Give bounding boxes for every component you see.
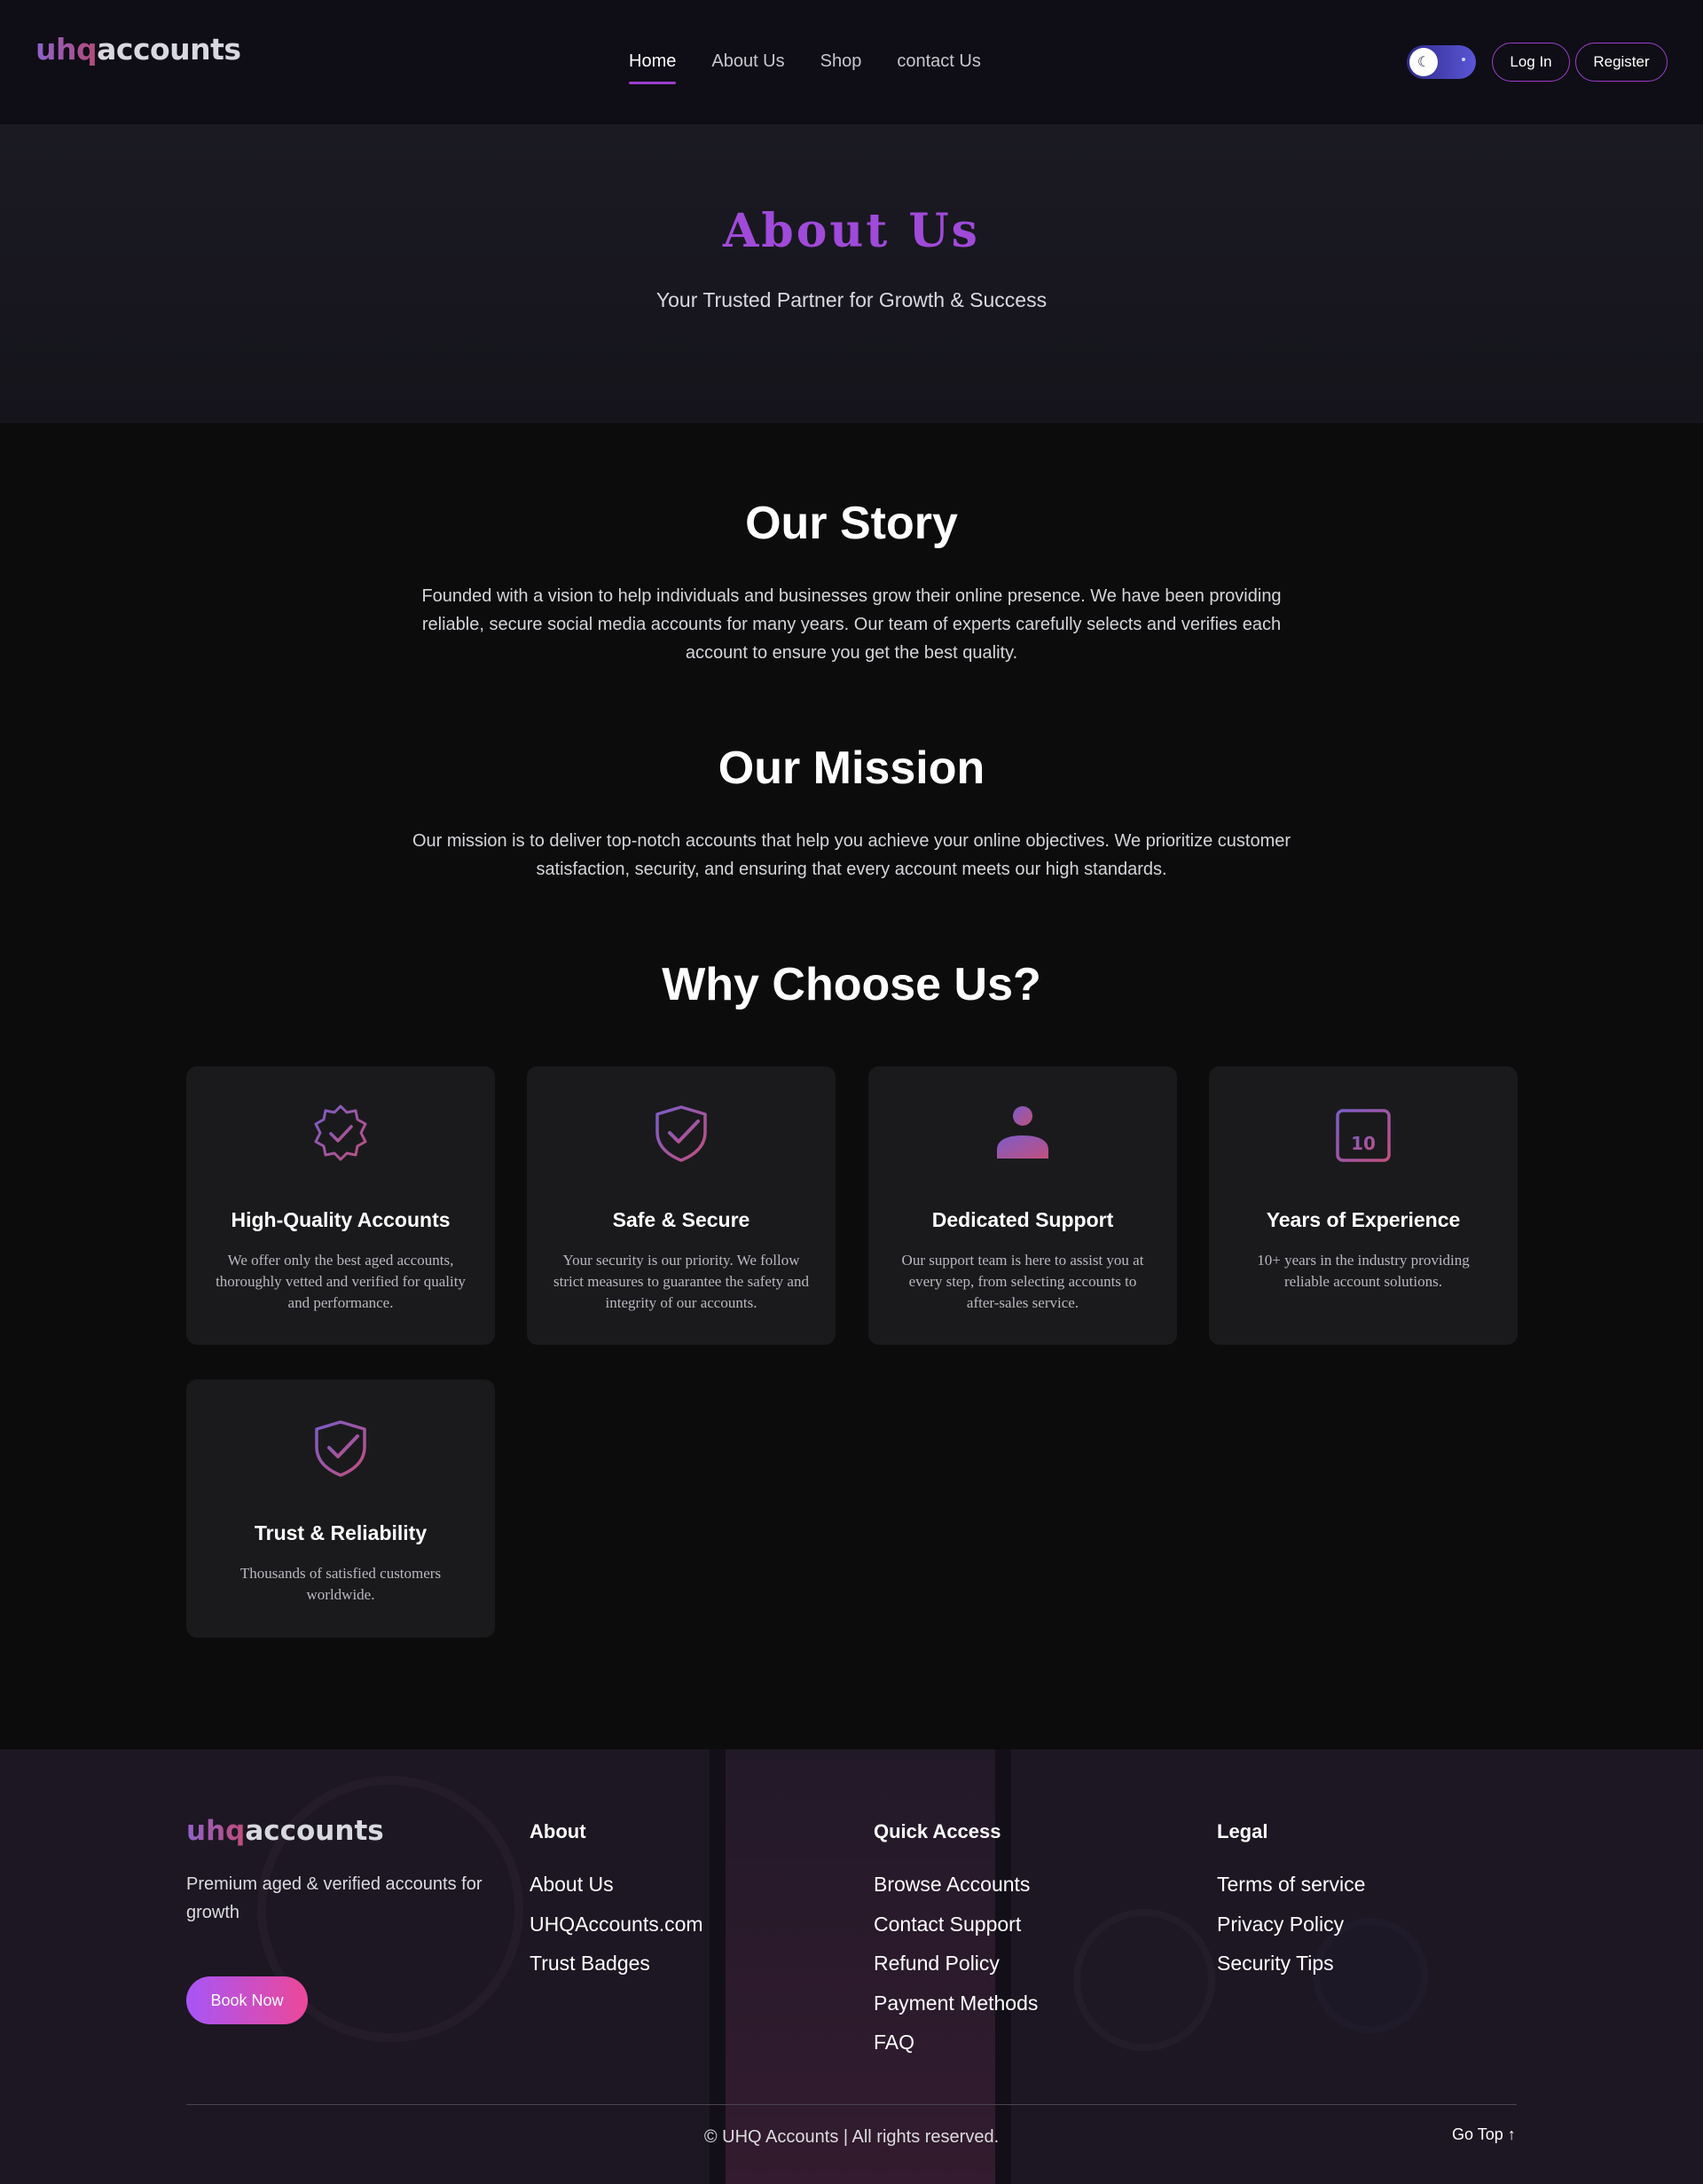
footer-link[interactable]: Payment Methods (874, 1984, 1038, 2023)
nav-home[interactable]: Home (629, 51, 677, 84)
register-button[interactable]: Register (1575, 43, 1668, 82)
footer-link[interactable]: Privacy Policy (1217, 1905, 1365, 1944)
star-icon (1462, 58, 1465, 61)
footer-column-title: About (530, 1820, 586, 1842)
theme-toggle[interactable]: ☾ (1407, 45, 1476, 79)
nav-about-us[interactable]: About Us (711, 51, 784, 84)
footer-column-legal: Legal Terms of service Privacy Policy Se… (1217, 1820, 1365, 1984)
logo-part-2: accounts (97, 32, 241, 67)
story-text: Founded with a vision to help individual… (421, 586, 1282, 663)
card-text: 10+ years in the industry providing reli… (1257, 1252, 1470, 1290)
page-title: About Us (723, 204, 980, 258)
footer-logo[interactable]: uhqaccounts (186, 1815, 384, 1847)
site-logo[interactable]: uhqaccounts (35, 32, 241, 67)
logo-part-1: uhq (35, 32, 98, 67)
card-title: Trust & Reliability (254, 1521, 428, 1544)
login-button[interactable]: Log In (1492, 43, 1570, 82)
footer-link[interactable]: Refund Policy (874, 1944, 1038, 1984)
footer-column-title: Quick Access (874, 1820, 1001, 1842)
site-header: uhqaccounts Home About Us Shop contact U… (0, 0, 1703, 124)
card-text: We offer only the best aged accounts, th… (216, 1252, 466, 1311)
copyright-text: © UHQ Accounts | All rights reserved. (703, 2127, 1000, 2147)
feature-card-quality: High-Quality Accounts We offer only the … (186, 1066, 495, 1345)
card-title: Dedicated Support (931, 1208, 1114, 1231)
main-nav: Home About Us Shop contact Us (629, 51, 981, 84)
feature-card-experience: 10 Years of Experience 10+ years in the … (1209, 1066, 1518, 1345)
story-title: Our Story (745, 498, 958, 549)
footer-link[interactable]: Trust Badges (530, 1944, 703, 1984)
nav-contact-us[interactable]: contact Us (897, 51, 980, 84)
card-title: Safe & Secure (612, 1208, 750, 1231)
shield-check-icon (527, 1102, 836, 1164)
page-subtitle: Your Trusted Partner for Growth & Succes… (655, 288, 1048, 311)
calendar-icon: 10 (1209, 1102, 1518, 1164)
footer-link[interactable]: Browse Accounts (874, 1865, 1038, 1905)
feature-card-support: Dedicated Support Our support team is he… (868, 1066, 1177, 1345)
go-top-link[interactable]: Go Top ↑ (1452, 2125, 1516, 2144)
why-title: Why Choose Us? (662, 959, 1041, 1010)
footer-column-title: Legal (1217, 1820, 1268, 1842)
shield-check-icon (186, 1417, 495, 1479)
footer-link[interactable]: Terms of service (1217, 1865, 1365, 1905)
footer-link[interactable]: Security Tips (1217, 1944, 1365, 1984)
card-title: High-Quality Accounts (231, 1208, 451, 1231)
feature-card-trust: Trust & Reliability Thousands of satisfi… (186, 1379, 495, 1638)
calendar-number: 10 (1351, 1133, 1376, 1154)
feature-card-secure: Safe & Secure Your security is our prior… (527, 1066, 836, 1345)
decorative-bubble (1073, 1909, 1215, 2051)
logo-part-2: accounts (245, 1815, 384, 1847)
footer-column-about: About About Us UHQAccounts.com Trust Bad… (530, 1820, 703, 1984)
verified-badge-icon (186, 1102, 495, 1164)
book-now-button[interactable]: Book Now (186, 1976, 308, 2024)
card-text: Our support team is here to assist you a… (901, 1252, 1144, 1311)
footer-link[interactable]: FAQ (874, 2023, 1038, 2062)
mission-text: Our mission is to deliver top-notch acco… (412, 831, 1291, 879)
footer-link[interactable]: About Us (530, 1865, 703, 1905)
nav-shop[interactable]: Shop (820, 51, 862, 84)
footer-link[interactable]: Contact Support (874, 1905, 1038, 1944)
card-title: Years of Experience (1266, 1208, 1461, 1231)
card-text: Thousands of satisfied customers worldwi… (239, 1565, 442, 1603)
user-icon (868, 1102, 1177, 1164)
hero-banner: About Us Your Trusted Partner for Growth… (0, 124, 1703, 423)
footer-tagline: Premium aged & verified accounts for gro… (186, 1874, 483, 1922)
card-text: Your security is our priority. We follow… (553, 1252, 809, 1311)
footer-link[interactable]: UHQAccounts.com (530, 1905, 703, 1944)
mission-title: Our Mission (718, 742, 985, 794)
footer-divider (186, 2104, 1517, 2105)
moon-icon: ☾ (1409, 48, 1438, 76)
footer-column-quick-access: Quick Access Browse Accounts Contact Sup… (874, 1820, 1038, 2062)
logo-part-1: uhq (186, 1815, 246, 1847)
site-footer: uhqaccounts Premium aged & verified acco… (0, 1749, 1703, 2184)
